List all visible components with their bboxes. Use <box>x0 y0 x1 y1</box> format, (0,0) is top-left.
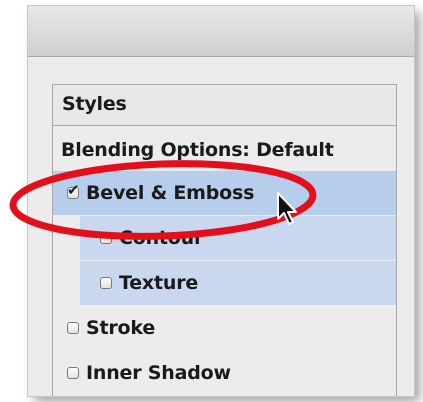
style-item-blending-options[interactable]: Blending Options: Default <box>53 126 396 170</box>
texture-checkbox[interactable] <box>100 277 112 289</box>
style-item-label: Stroke <box>86 317 156 339</box>
style-item-label: Bevel & Emboss <box>86 182 255 204</box>
style-item-inner-shadow[interactable]: Inner Shadow <box>53 351 396 395</box>
style-item-texture[interactable]: Texture <box>80 261 396 305</box>
style-item-contour[interactable]: Contour <box>80 216 396 260</box>
stroke-checkbox[interactable] <box>67 322 79 334</box>
checkmark-icon: ✔ <box>67 181 80 199</box>
style-item-label: Contour <box>119 227 204 249</box>
screenshot-frame: Styles Blending Options: Default ✔ Bevel… <box>0 0 423 402</box>
layer-style-dialog: Styles Blending Options: Default ✔ Bevel… <box>28 6 414 396</box>
style-item-bevel-emboss[interactable]: ✔ Bevel & Emboss <box>53 171 396 215</box>
styles-header[interactable]: Styles <box>53 85 396 126</box>
styles-list-panel: Styles Blending Options: Default ✔ Bevel… <box>52 84 397 396</box>
inner-shadow-checkbox[interactable] <box>67 367 79 379</box>
bevel-emboss-checkbox[interactable]: ✔ <box>67 181 80 199</box>
styles-header-label: Styles <box>62 93 127 115</box>
style-item-label: Blending Options: Default <box>61 139 334 161</box>
style-item-label: Texture <box>119 272 199 294</box>
style-item-stroke[interactable]: Stroke <box>53 306 396 350</box>
style-item-label: Inner Shadow <box>86 362 231 384</box>
arrow-cursor-icon <box>277 192 297 225</box>
dialog-title-bar[interactable] <box>28 6 414 57</box>
contour-checkbox[interactable] <box>100 232 112 244</box>
